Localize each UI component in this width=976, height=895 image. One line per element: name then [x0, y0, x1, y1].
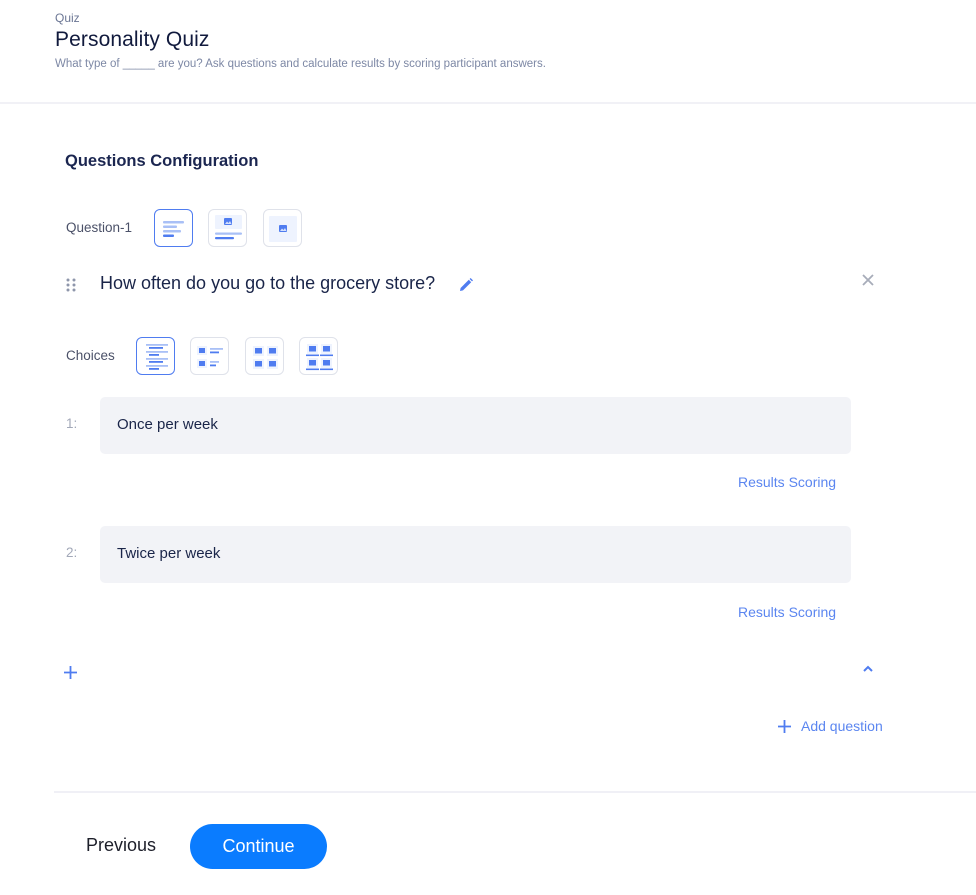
choice-layout-image-grid-caption-button[interactable]: [299, 337, 338, 375]
question-label: Question-1: [66, 220, 132, 235]
choice-text: Twice per week: [117, 545, 220, 562]
page-subtitle: What type of _____ are you? Ask question…: [55, 58, 546, 70]
chevron-up-icon[interactable]: [861, 664, 875, 674]
page-header: Quiz Personality Quiz What type of _____…: [0, 0, 976, 104]
question-text[interactable]: How often do you go to the grocery store…: [100, 273, 435, 294]
choices-label: Choices: [66, 348, 115, 363]
image-grid-caption-layout-icon: [300, 338, 339, 376]
text-list-layout-icon: [137, 338, 176, 376]
text-layout-icon: [155, 210, 194, 248]
choice-layout-image-text-button[interactable]: [190, 337, 229, 375]
continue-button[interactable]: Continue: [190, 824, 327, 869]
question-layout-image-text-button[interactable]: [208, 209, 247, 247]
choice-layout-image-grid-button[interactable]: [245, 337, 284, 375]
results-scoring-link[interactable]: Results Scoring: [738, 474, 836, 490]
previous-button[interactable]: Previous: [86, 835, 156, 856]
choice-text: Once per week: [117, 416, 218, 433]
pencil-icon[interactable]: [458, 277, 474, 293]
breadcrumb[interactable]: Quiz: [55, 11, 80, 25]
page-title: Personality Quiz: [55, 28, 210, 52]
choice-input[interactable]: Twice per week: [100, 526, 851, 583]
question-layout-text-button[interactable]: [154, 209, 193, 247]
footer-divider: [54, 791, 976, 793]
image-layout-icon: [264, 210, 303, 248]
add-choice-plus-icon[interactable]: [63, 665, 78, 680]
plus-icon: [777, 719, 792, 734]
question-layout-image-button[interactable]: [263, 209, 302, 247]
image-text-list-layout-icon: [191, 338, 230, 376]
section-title: Questions Configuration: [65, 152, 258, 171]
drag-handle-icon[interactable]: [64, 277, 78, 293]
results-scoring-link[interactable]: Results Scoring: [738, 604, 836, 620]
add-question-button[interactable]: Add question: [777, 716, 883, 736]
close-icon[interactable]: [861, 273, 875, 287]
choice-number: 2:: [66, 545, 77, 560]
image-grid-layout-icon: [246, 338, 285, 376]
add-question-label: Add question: [801, 718, 883, 734]
choice-input[interactable]: Once per week: [100, 397, 851, 454]
choice-layout-text-list-button[interactable]: [136, 337, 175, 375]
choice-number: 1:: [66, 416, 77, 431]
image-text-layout-icon: [209, 210, 248, 248]
